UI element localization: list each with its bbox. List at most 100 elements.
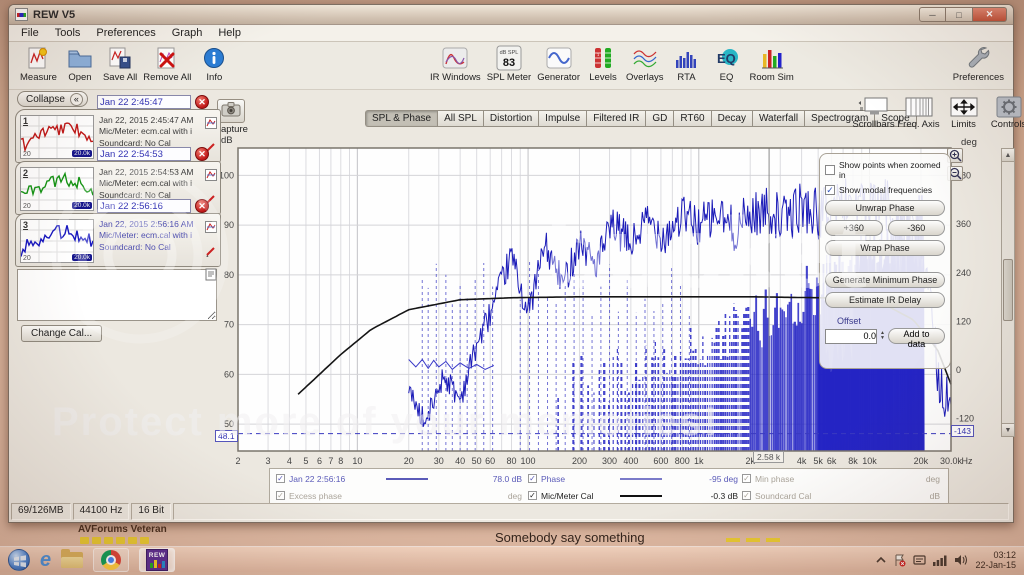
action-center-flag-icon[interactable] bbox=[893, 554, 906, 567]
scrollbars-button[interactable]: Scrollbars bbox=[851, 95, 896, 130]
network-signal-icon[interactable] bbox=[933, 555, 947, 566]
rta-button[interactable]: RTA bbox=[666, 44, 706, 84]
delete-measurement-icon[interactable]: ✕ bbox=[195, 199, 209, 213]
windows-flag-icon bbox=[14, 555, 26, 568]
notes-textarea[interactable] bbox=[17, 269, 217, 321]
checkbox-icon[interactable]: ✓ bbox=[276, 491, 285, 500]
ir-windows-button[interactable]: IR Windows bbox=[427, 44, 484, 84]
scroll-up-icon[interactable]: ▲ bbox=[1002, 149, 1014, 162]
overlays-icon bbox=[631, 45, 659, 71]
checkbox-icon[interactable]: ✓ bbox=[528, 474, 537, 483]
menu-item-graph[interactable]: Graph bbox=[164, 26, 211, 40]
measurement-item-3[interactable]: 3 20 20.0k Jan 22, 2015 2:56:16 AM Mic/Meter… bbox=[15, 213, 221, 281]
legend-checkbox-mic-meter-cal[interactable]: ✓ Mic/Meter Cal bbox=[528, 487, 618, 504]
freq-axis-button[interactable]: Freq. Axis bbox=[896, 95, 941, 130]
menu-item-file[interactable]: File bbox=[13, 26, 47, 40]
eq-button[interactable]: EQ EQ bbox=[706, 44, 746, 84]
speaker-icon[interactable] bbox=[954, 554, 968, 566]
edit-pencil-icon[interactable] bbox=[205, 244, 217, 262]
legend-checkbox-phase[interactable]: ✓ Phase bbox=[528, 470, 618, 487]
open-button[interactable]: Open bbox=[60, 44, 100, 84]
tab-decay[interactable]: Decay bbox=[710, 110, 752, 127]
start-button[interactable] bbox=[8, 549, 30, 571]
add-to-data-button[interactable]: Add to data bbox=[887, 328, 945, 349]
change-cal-button[interactable]: Change Cal... bbox=[21, 325, 103, 342]
generate-minimum-phase-button[interactable]: Generate Minimum Phase bbox=[825, 272, 945, 288]
checkbox-icon[interactable]: ✓ bbox=[528, 491, 537, 500]
collapse-button[interactable]: Collapse « bbox=[17, 91, 88, 107]
delete-measurement-icon[interactable]: ✕ bbox=[195, 95, 209, 109]
svg-text:Hz: Hz bbox=[962, 456, 973, 466]
rew-taskbar-button[interactable]: REW bbox=[139, 548, 176, 572]
tab-spl-phase[interactable]: SPL & Phase bbox=[365, 110, 438, 127]
measurement-name-input[interactable] bbox=[97, 95, 191, 109]
show-points-checkbox[interactable]: Show points when zoomed in bbox=[825, 160, 945, 180]
tab-distortion[interactable]: Distortion bbox=[482, 110, 539, 127]
legend-checkbox-soundcard-cal[interactable]: ✓ Soundcard Cal bbox=[742, 487, 872, 504]
minus-360-button[interactable]: -360 bbox=[887, 220, 945, 236]
delete-measurement-icon[interactable]: ✕ bbox=[195, 147, 209, 161]
measurement-date: Jan 22, 2015 2:45:47 AM bbox=[99, 115, 194, 125]
controls-button[interactable]: Controls bbox=[986, 95, 1024, 130]
chrome-button[interactable] bbox=[93, 548, 130, 572]
maximize-button[interactable]: □ bbox=[946, 7, 973, 22]
wrap-phase-button[interactable]: Wrap Phase bbox=[825, 240, 945, 256]
titlebar[interactable]: REW V5 ─ □ ✕ bbox=[9, 5, 1013, 25]
window-controls: ─ □ ✕ bbox=[919, 7, 1007, 22]
plus-360-button[interactable]: +360 bbox=[825, 220, 883, 236]
spl-meter-button[interactable]: dB SPL 83 SPL Meter bbox=[484, 44, 535, 84]
legend-checkbox-jan-22-2-56-16[interactable]: ✓ Jan 22 2:56:16 bbox=[276, 470, 384, 487]
tab-impulse[interactable]: Impulse bbox=[538, 110, 587, 127]
save-all-button[interactable]: Save All bbox=[100, 44, 140, 84]
close-button[interactable]: ✕ bbox=[973, 7, 1007, 22]
measurement-details: Jan 22, 2015 2:56:16 AM Mic/Meter: ecm.ca… bbox=[99, 219, 216, 264]
chart-vertical-scrollbar[interactable]: ▲ ▼ bbox=[1001, 148, 1015, 437]
power-plug-icon[interactable] bbox=[913, 554, 927, 566]
clock[interactable]: 03:12 22-Jan-15 bbox=[975, 550, 1020, 571]
menu-item-preferences[interactable]: Preferences bbox=[88, 26, 163, 40]
legend-row: ✓ Jan 22 2:56:16 78.0 dB ✓ Phase -95 deg ✓ Min … bbox=[270, 470, 948, 487]
ir-doc-icon[interactable] bbox=[205, 268, 217, 286]
tab-waterfall[interactable]: Waterfall bbox=[751, 110, 805, 127]
file-explorer-button[interactable] bbox=[61, 549, 84, 568]
measurement-name-input[interactable] bbox=[97, 147, 191, 161]
spinner-arrows-icon[interactable]: ▲ ▼ bbox=[880, 331, 885, 341]
tab-gd[interactable]: GD bbox=[645, 110, 674, 127]
info-button[interactable]: Info bbox=[194, 44, 234, 84]
checkbox-icon[interactable]: ✓ bbox=[742, 491, 751, 500]
toolbar-label: Info bbox=[206, 72, 223, 83]
scroll-down-icon[interactable]: ▼ bbox=[1002, 423, 1014, 436]
legend-checkbox-excess-phase[interactable]: ✓ Excess phase bbox=[276, 487, 384, 504]
levels-button[interactable]: 1 Levels bbox=[583, 44, 623, 84]
minimize-button[interactable]: ─ bbox=[919, 7, 946, 22]
legend-checkbox-min-phase[interactable]: ✓ Min phase bbox=[742, 470, 872, 487]
preferences-button[interactable]: Preferences bbox=[950, 44, 1007, 84]
scrollbar-thumb[interactable] bbox=[1003, 259, 1013, 321]
trace-settings-icon[interactable] bbox=[205, 220, 217, 238]
measurement-name-input[interactable] bbox=[97, 199, 191, 213]
estimate-ir-delay-button[interactable]: Estimate IR Delay bbox=[825, 292, 945, 308]
trace-settings-icon[interactable] bbox=[205, 116, 217, 134]
overlays-button[interactable]: Overlays bbox=[623, 44, 666, 84]
tab-filtered-ir[interactable]: Filtered IR bbox=[586, 110, 646, 127]
tab-all-spl[interactable]: All SPL bbox=[437, 110, 483, 127]
trace-settings-icon[interactable] bbox=[205, 168, 217, 186]
tray-expand-icon[interactable] bbox=[876, 556, 887, 564]
tab-rt60[interactable]: RT60 bbox=[673, 110, 711, 127]
measure-button[interactable]: Measure bbox=[17, 44, 60, 84]
checkbox-icon[interactable]: ✓ bbox=[825, 185, 835, 195]
offset-input[interactable] bbox=[825, 328, 877, 344]
unwrap-phase-button[interactable]: Unwrap Phase bbox=[825, 200, 945, 216]
generator-button[interactable]: Generator bbox=[534, 44, 583, 84]
remove-all-button[interactable]: Remove All bbox=[140, 44, 194, 84]
checkbox-icon[interactable]: ✓ bbox=[742, 474, 751, 483]
show-modal-checkbox[interactable]: ✓ Show modal frequencies bbox=[825, 185, 945, 195]
internet-explorer-button[interactable]: e bbox=[40, 549, 51, 571]
checkbox-icon[interactable]: ✓ bbox=[276, 474, 285, 483]
capture-button[interactable] bbox=[217, 99, 245, 123]
checkbox-icon[interactable] bbox=[825, 165, 835, 175]
room-sim-button[interactable]: Room Sim bbox=[746, 44, 796, 84]
limits-button[interactable]: Limits bbox=[941, 95, 986, 130]
menu-item-tools[interactable]: Tools bbox=[47, 26, 89, 40]
menu-item-help[interactable]: Help bbox=[210, 26, 249, 40]
